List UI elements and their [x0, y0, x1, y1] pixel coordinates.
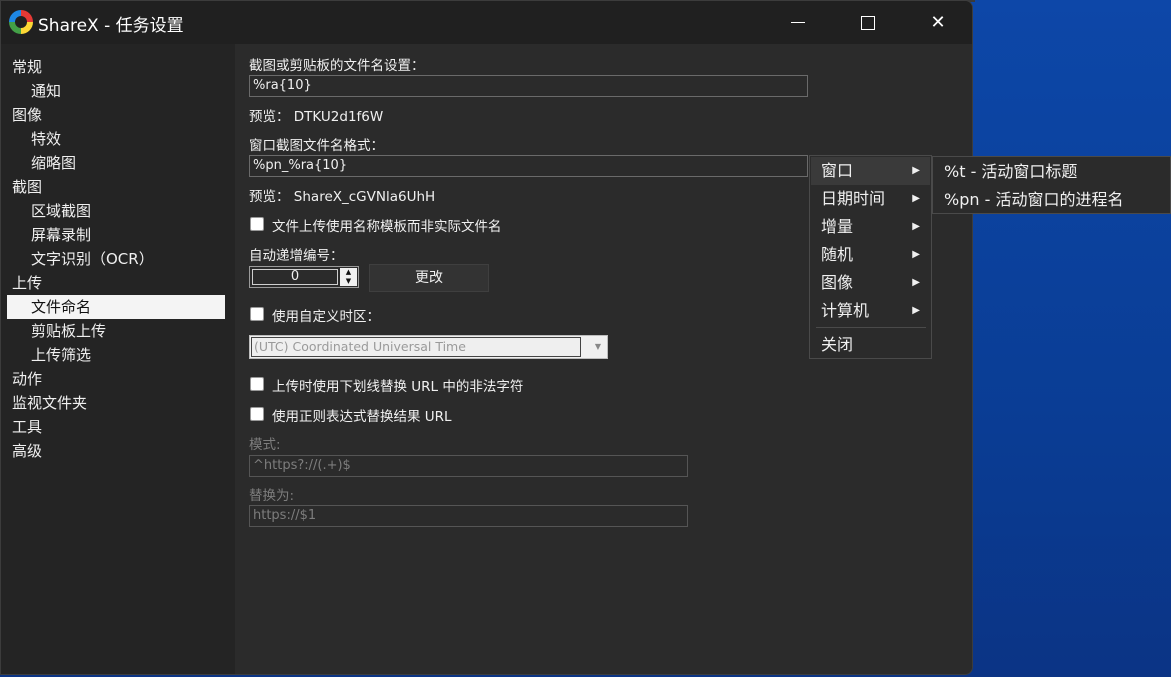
use-template-checkbox[interactable]: [250, 217, 264, 231]
submenu-arrow-icon: ▶: [912, 221, 920, 232]
sidebar-item-thumbnail[interactable]: 缩略图: [7, 151, 225, 175]
name-pattern-input[interactable]: %ra{10}: [249, 75, 808, 97]
window-submenu: %t - 活动窗口标题 %pn - 活动窗口的进程名: [932, 156, 1171, 214]
sidebar-item-screen-recording[interactable]: 屏幕录制: [7, 223, 225, 247]
regex-replace-checkbox[interactable]: [250, 407, 264, 421]
menu-item-label: 窗口: [821, 161, 854, 180]
file-naming-panel: 截图或剪贴板的文件名设置： %ra{10} 预览： DTKU2d1f6W 窗口截…: [235, 44, 972, 674]
menu-item-label: 图像: [821, 273, 854, 292]
sidebar-item-tools[interactable]: 工具: [7, 415, 225, 439]
maximize-button[interactable]: [833, 1, 903, 44]
window-title: ShareX - 任务设置: [38, 16, 184, 36]
replace-with-label: 替换为:: [249, 488, 295, 504]
sidebar-item-image[interactable]: 图像: [7, 103, 225, 127]
sharex-logo-icon: [9, 10, 33, 34]
submenu-arrow-icon: ▶: [912, 165, 920, 176]
regex-replace-label: 使用正则表达式替换结果 URL: [272, 409, 452, 425]
submenu-arrow-icon: ▶: [912, 277, 920, 288]
menu-item-random[interactable]: 随机 ▶: [811, 241, 930, 269]
submenu-item-window-title[interactable]: %t - 活动窗口标题: [934, 158, 1169, 186]
menu-item-computer[interactable]: 计算机 ▶: [811, 297, 930, 325]
replace-illegal-label: 上传时使用下划线替换 URL 中的非法字符: [272, 379, 524, 395]
arrow-down-icon[interactable]: ▼: [340, 277, 357, 286]
sidebar-item-file-naming[interactable]: 文件命名: [7, 295, 225, 319]
menu-item-image[interactable]: 图像 ▶: [811, 269, 930, 297]
use-template-label: 文件上传使用名称模板而非实际文件名: [272, 219, 502, 235]
replace-with-input[interactable]: https://$1: [249, 505, 688, 527]
submenu-arrow-icon: ▶: [912, 193, 920, 204]
insert-pattern-menu: 窗口 ▶ 日期时间 ▶ 增量 ▶ 随机 ▶ 图像 ▶ 计算机 ▶ 关闭: [809, 155, 932, 359]
pattern-label: 模式:: [249, 437, 281, 453]
sidebar-item-upload-filters[interactable]: 上传筛选: [7, 343, 225, 367]
sidebar-item-notifications[interactable]: 通知: [7, 79, 225, 103]
custom-timezone-checkbox[interactable]: [250, 307, 264, 321]
replace-illegal-checkbox[interactable]: [250, 377, 264, 391]
submenu-item-process-name[interactable]: %pn - 活动窗口的进程名: [934, 186, 1169, 214]
settings-sidebar: 常规 通知 图像 特效 缩略图 截图 区域截图 屏幕录制 文字识别（OCR） 上…: [1, 44, 235, 674]
sidebar-item-clipboard-upload[interactable]: 剪贴板上传: [7, 319, 225, 343]
sidebar-item-capture[interactable]: 截图: [7, 175, 225, 199]
name-pattern-label: 截图或剪贴板的文件名设置：: [249, 58, 425, 74]
maximize-icon: [861, 15, 875, 30]
arrow-up-icon[interactable]: ▲: [340, 268, 357, 277]
menu-item-label: 增量: [821, 217, 854, 236]
auto-increment-label: 自动递增编号：: [249, 248, 344, 264]
timezone-dropdown[interactable]: (UTC) Coordinated Universal Time ▼: [249, 335, 608, 359]
sidebar-item-actions[interactable]: 动作: [7, 367, 225, 391]
sidebar-item-watch-folders[interactable]: 监视文件夹: [7, 391, 225, 415]
pattern-input[interactable]: ^https?://(.+)$: [249, 455, 688, 477]
close-icon: ✕: [930, 12, 946, 33]
change-button[interactable]: 更改: [369, 264, 489, 292]
menu-item-window[interactable]: 窗口 ▶: [811, 157, 930, 185]
menu-separator: [816, 327, 926, 328]
sidebar-item-general[interactable]: 常规: [7, 55, 225, 79]
title-bar: ShareX - 任务设置 ✕: [1, 1, 972, 44]
menu-item-label: 日期时间: [821, 189, 886, 208]
stepper-arrows[interactable]: ▲ ▼: [340, 268, 357, 286]
menu-item-label: 随机: [821, 245, 854, 264]
window-pattern-preview: 预览： ShareX_cGVNla6UhH: [249, 189, 436, 205]
menu-item-close[interactable]: 关闭: [811, 331, 930, 359]
name-pattern-preview: 预览： DTKU2d1f6W: [249, 109, 384, 125]
auto-increment-stepper[interactable]: 0 ▲ ▼: [249, 266, 359, 288]
close-button[interactable]: ✕: [903, 1, 972, 44]
submenu-arrow-icon: ▶: [912, 249, 920, 260]
chevron-down-icon[interactable]: ▼: [595, 342, 601, 351]
sidebar-item-region-capture[interactable]: 区域截图: [7, 199, 225, 223]
window-pattern-input[interactable]: %pn_%ra{10}: [249, 155, 808, 177]
minimize-button[interactable]: [763, 1, 833, 44]
menu-item-datetime[interactable]: 日期时间 ▶: [811, 185, 930, 213]
sidebar-item-advanced[interactable]: 高级: [7, 439, 225, 463]
submenu-arrow-icon: ▶: [912, 305, 920, 316]
menu-item-label: 计算机: [821, 301, 870, 320]
window-pattern-label: 窗口截图文件名格式：: [249, 138, 384, 154]
sidebar-item-ocr[interactable]: 文字识别（OCR）: [7, 247, 225, 271]
auto-increment-value[interactable]: 0: [252, 269, 338, 285]
menu-item-increment[interactable]: 增量 ▶: [811, 213, 930, 241]
sidebar-item-upload[interactable]: 上传: [7, 271, 225, 295]
custom-timezone-label: 使用自定义时区：: [272, 309, 380, 325]
minimize-icon: [791, 22, 805, 23]
sidebar-item-effects[interactable]: 特效: [7, 127, 225, 151]
timezone-value: (UTC) Coordinated Universal Time: [251, 337, 581, 357]
